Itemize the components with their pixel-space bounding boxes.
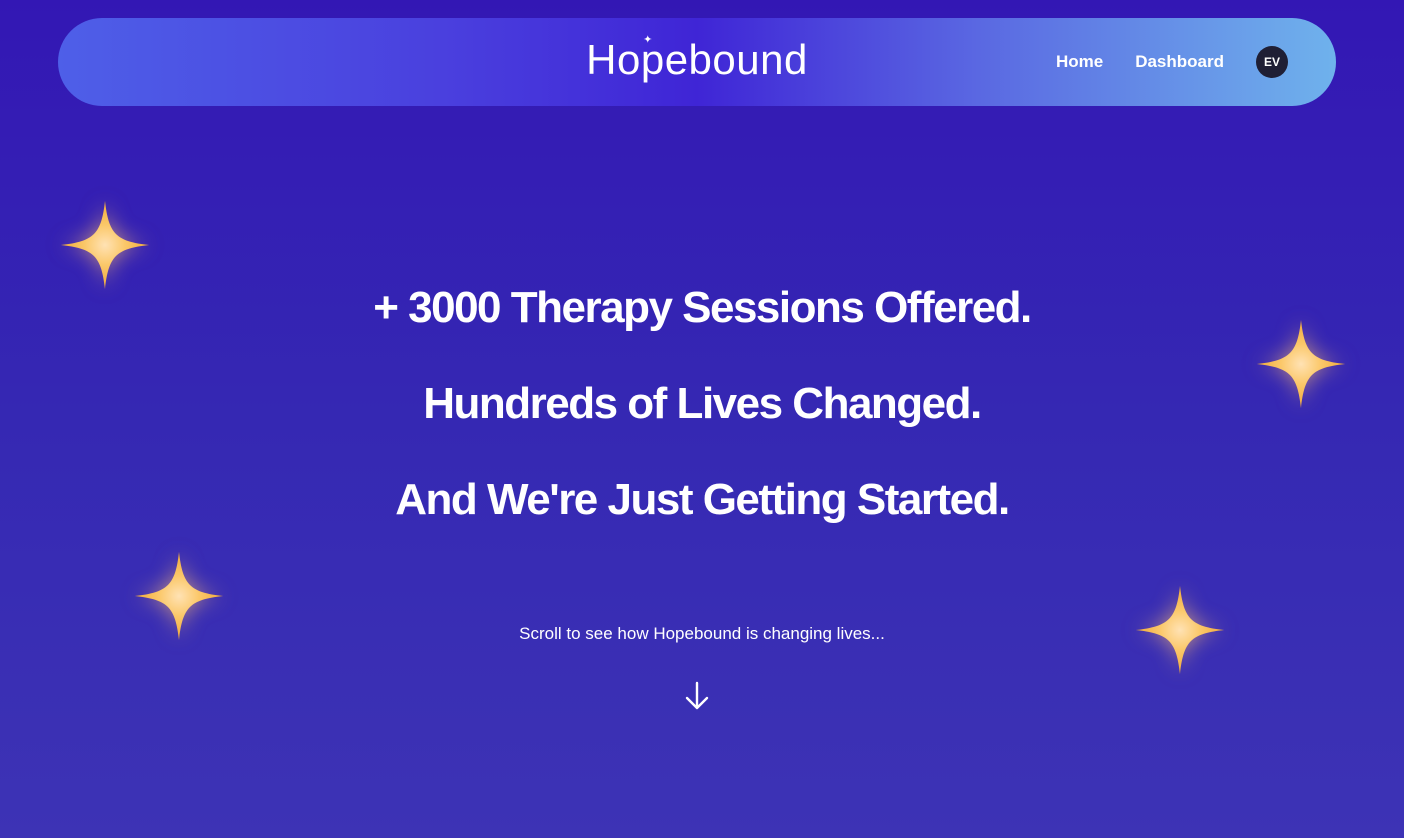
hero-headline-sessions: + 3000 Therapy Sessions Offered.: [373, 283, 1032, 332]
user-avatar[interactable]: EV: [1256, 46, 1288, 78]
nav-links: Home Dashboard EV: [1056, 46, 1288, 78]
arrow-down-icon[interactable]: [684, 680, 710, 712]
hero-headline-lives: Hundreds of Lives Changed.: [423, 379, 982, 428]
hero-section: + 3000 Therapy Sessions Offered. Hundred…: [0, 260, 1404, 548]
nav-dashboard-link[interactable]: Dashboard: [1135, 52, 1224, 72]
avatar-initials: EV: [1263, 55, 1280, 69]
logo[interactable]: ✦ Hopebound: [586, 34, 808, 84]
nav-home-link[interactable]: Home: [1056, 52, 1103, 72]
top-navbar: ✦ Hopebound Home Dashboard EV: [58, 18, 1336, 106]
logo-star-icon: ✦: [643, 34, 653, 46]
logo-text: Hopebound: [586, 36, 808, 83]
hero-headline-started: And We're Just Getting Started.: [395, 475, 1010, 524]
scroll-prompt: Scroll to see how Hopebound is changing …: [519, 624, 885, 643]
